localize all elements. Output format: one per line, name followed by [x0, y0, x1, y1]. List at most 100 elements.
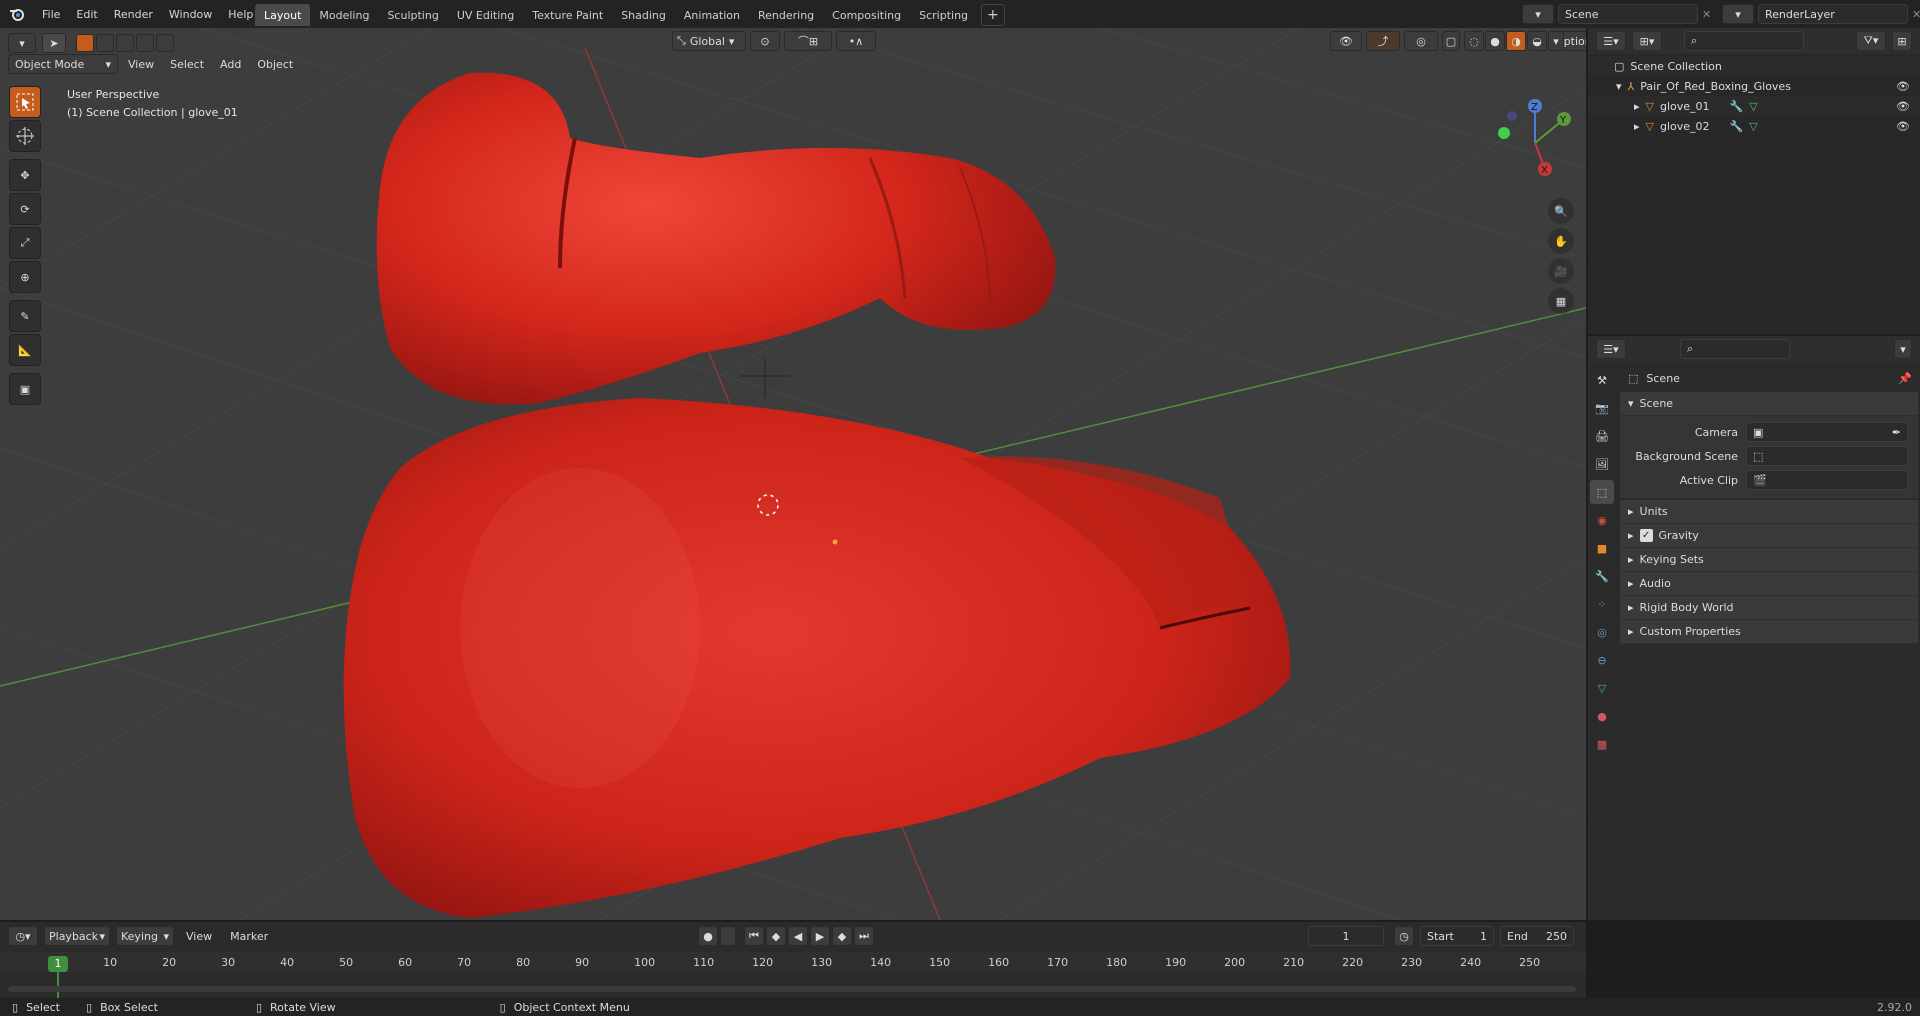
- rigid-body-world-panel[interactable]: ▸ Rigid Body World: [1620, 596, 1918, 620]
- keying-sets-panel[interactable]: ▸ Keying Sets: [1620, 548, 1918, 572]
- background-scene-field[interactable]: ⬚: [1746, 446, 1908, 466]
- annotate-tool-icon[interactable]: ✎: [9, 300, 41, 332]
- layer-type-icon[interactable]: ▾: [1722, 4, 1754, 24]
- solid-shading-icon[interactable]: ●: [1485, 31, 1505, 51]
- timeline-menu-marker[interactable]: Marker: [224, 926, 274, 946]
- preview-range-icon[interactable]: ◷: [1394, 926, 1414, 946]
- next-keyframe-icon[interactable]: ◆: [832, 926, 852, 946]
- xray-toggle-icon[interactable]: ▢: [1442, 31, 1460, 51]
- keying-dropdown[interactable]: Keying ▾: [116, 926, 174, 946]
- glove-01-mesh[interactable]: [343, 398, 1291, 918]
- expand-down-icon[interactable]: ▾: [1616, 80, 1622, 93]
- wireframe-shading-icon[interactable]: ◌: [1464, 31, 1484, 51]
- shading-options-icon[interactable]: ▾: [1548, 31, 1564, 51]
- object-data-tab-icon[interactable]: ▽: [1590, 676, 1614, 700]
- material-shading-icon[interactable]: ◑: [1506, 31, 1526, 51]
- glove-02-mesh[interactable]: [376, 72, 1056, 405]
- layer-name-field[interactable]: RenderLayer: [1758, 4, 1908, 24]
- play-reverse-icon[interactable]: ◀: [788, 926, 808, 946]
- units-panel[interactable]: ▸ Units: [1620, 500, 1918, 524]
- select-tool-icon[interactable]: ➤: [42, 33, 66, 53]
- blender-logo-icon[interactable]: [8, 5, 26, 23]
- select-intersect-mode-icon[interactable]: [156, 34, 174, 52]
- ortho-grid-icon[interactable]: ▦: [1548, 288, 1574, 314]
- render-tab-icon[interactable]: 📷: [1590, 396, 1614, 420]
- eye-visibility-icon[interactable]: 👁: [1896, 80, 1910, 93]
- snap-icon[interactable]: ⌒⊞: [784, 31, 832, 51]
- modifier-wrench-icon[interactable]: 🔧: [1730, 120, 1744, 133]
- menu-window[interactable]: Window: [161, 8, 220, 21]
- select-invert-mode-icon[interactable]: [136, 34, 154, 52]
- scene-type-icon[interactable]: ▾: [1522, 4, 1554, 24]
- select-box-tool-icon[interactable]: [9, 86, 41, 118]
- view-layer-tab-icon[interactable]: 🖼: [1590, 452, 1614, 476]
- select-new-mode-icon[interactable]: [76, 34, 94, 52]
- scene-name-field[interactable]: Scene: [1558, 4, 1698, 24]
- menu-file[interactable]: File: [34, 8, 68, 21]
- gizmo-toggle-icon[interactable]: ⤴: [1366, 31, 1400, 51]
- gravity-panel[interactable]: ▸ ✓ Gravity: [1620, 524, 1918, 548]
- record-icon[interactable]: ●: [698, 926, 718, 946]
- gravity-checkbox[interactable]: ✓: [1639, 529, 1653, 542]
- editor-type-icon[interactable]: ▾: [8, 33, 36, 53]
- outliner-filter-icon[interactable]: ⛛▾: [1856, 31, 1886, 51]
- physics-tab-icon[interactable]: ◎: [1590, 620, 1614, 644]
- playback-dropdown[interactable]: Playback ▾: [44, 926, 110, 946]
- start-frame-field[interactable]: Start 1: [1420, 926, 1494, 946]
- add-cube-tool-icon[interactable]: ▣: [9, 373, 41, 405]
- outliner-row-glove-01[interactable]: ▸ ▽ glove_01 🔧 ▽ 👁: [1588, 96, 1920, 116]
- outliner-search-input[interactable]: ⌕: [1684, 31, 1804, 51]
- navigation-gizmo[interactable]: Z Y X: [1490, 98, 1580, 188]
- measure-tool-icon[interactable]: 📐: [9, 334, 41, 366]
- mode-dropdown[interactable]: Object Mode ▾: [8, 54, 118, 74]
- overlay-toggle-icon[interactable]: ◎: [1404, 31, 1438, 51]
- outliner-row-scene-collection[interactable]: ▢ Scene Collection: [1588, 56, 1920, 76]
- timeline-editor-type-icon[interactable]: ◷▾: [8, 926, 38, 946]
- tab-scripting[interactable]: Scripting: [910, 4, 977, 26]
- rendered-shading-icon[interactable]: ◒: [1527, 31, 1547, 51]
- select-subtract-mode-icon[interactable]: [116, 34, 134, 52]
- transform-orientation-dropdown[interactable]: ⤡ Global ▾: [672, 31, 746, 51]
- rotate-tool-icon[interactable]: ⟳: [9, 193, 41, 225]
- scene-panel-header[interactable]: ▾ Scene: [1620, 392, 1918, 416]
- expand-right-icon[interactable]: ▸: [1634, 120, 1640, 133]
- new-collection-icon[interactable]: ⊞: [1892, 31, 1912, 51]
- properties-editor-type-icon[interactable]: ☰▾: [1596, 339, 1626, 359]
- transform-tool-icon[interactable]: ⊕: [9, 261, 41, 293]
- viewport-menu-view[interactable]: View: [122, 54, 160, 74]
- menu-edit[interactable]: Edit: [68, 8, 105, 21]
- prev-keyframe-icon[interactable]: ◆: [766, 926, 786, 946]
- texture-tab-icon[interactable]: ▩: [1590, 732, 1614, 756]
- viewport-menu-add[interactable]: Add: [214, 54, 247, 74]
- layer-close-icon[interactable]: ✕: [1912, 8, 1920, 21]
- viewport-scene[interactable]: [0, 28, 1586, 920]
- active-clip-field[interactable]: 🎬: [1746, 470, 1908, 490]
- proportional-edit-icon[interactable]: •∧: [836, 31, 876, 51]
- pin-icon[interactable]: 📌: [1898, 372, 1912, 385]
- camera-field[interactable]: ▣ ✒: [1746, 422, 1908, 442]
- tab-layout[interactable]: Layout: [255, 4, 311, 26]
- mesh-data-icon[interactable]: ▽: [1749, 100, 1757, 113]
- properties-options-icon[interactable]: ▾: [1894, 339, 1912, 359]
- end-frame-field[interactable]: End 250: [1500, 926, 1574, 946]
- particles-tab-icon[interactable]: ⁘: [1590, 592, 1614, 616]
- eye-visibility-icon[interactable]: 👁: [1896, 100, 1910, 113]
- tab-uv-editing[interactable]: UV Editing: [448, 4, 523, 26]
- mesh-data-icon[interactable]: ▽: [1749, 120, 1757, 133]
- modifier-tab-icon[interactable]: 🔧: [1590, 564, 1614, 588]
- custom-properties-panel[interactable]: ▸ Custom Properties: [1620, 620, 1918, 644]
- timeline-scrollbar[interactable]: [8, 986, 1576, 992]
- tab-shading[interactable]: Shading: [612, 4, 675, 26]
- scene-close-icon[interactable]: ✕: [1702, 8, 1711, 21]
- tab-rendering[interactable]: Rendering: [749, 4, 823, 26]
- material-tab-icon[interactable]: ●: [1590, 704, 1614, 728]
- tab-compositing[interactable]: Compositing: [823, 4, 910, 26]
- outliner-row-glove-02[interactable]: ▸ ▽ glove_02 🔧 ▽ 👁: [1588, 116, 1920, 136]
- play-icon[interactable]: ▶: [810, 926, 830, 946]
- audio-panel[interactable]: ▸ Audio: [1620, 572, 1918, 596]
- eyedropper-icon[interactable]: ✒: [1892, 426, 1901, 439]
- world-tab-icon[interactable]: ◉: [1590, 508, 1614, 532]
- viewport-menu-select[interactable]: Select: [164, 54, 210, 74]
- tab-texture-paint[interactable]: Texture Paint: [523, 4, 612, 26]
- visibility-icon[interactable]: 👁: [1330, 31, 1362, 51]
